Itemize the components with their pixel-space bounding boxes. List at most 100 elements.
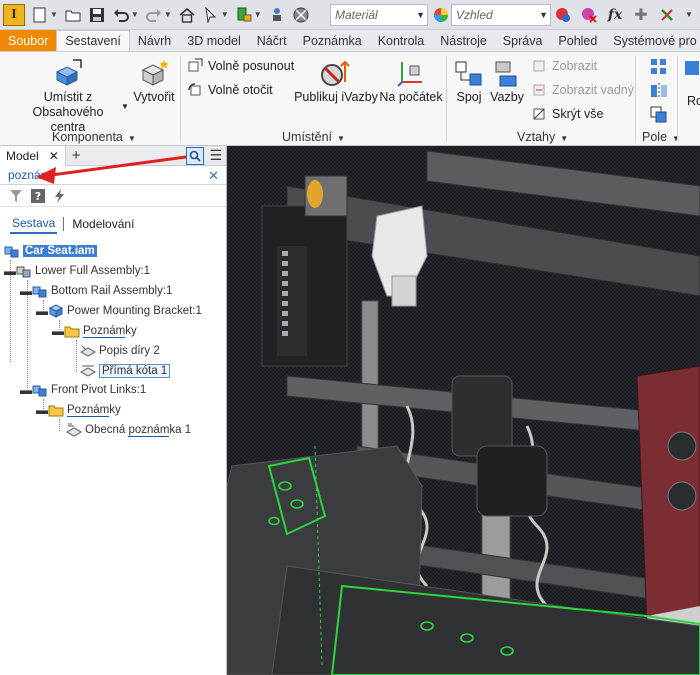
search-icon[interactable] (186, 147, 204, 165)
adjust-appearance-icon[interactable] (554, 6, 572, 24)
tab-file[interactable]: Soubor (0, 30, 57, 51)
tab-assemble[interactable]: Sestavení (56, 30, 130, 51)
pattern-icon[interactable] (650, 58, 668, 79)
redo-dropdown-icon[interactable]: ▼ (164, 10, 172, 19)
new-dropdown-icon[interactable]: ▼ (50, 10, 58, 19)
panel-komponenta-label[interactable]: Komponenta ▼ (52, 130, 136, 144)
publish-imates-icon (321, 60, 350, 86)
tree-node-front-pivot-links[interactable]: ▬ Front Pivot Links:1 (20, 381, 146, 399)
graphics-viewport[interactable] (227, 146, 700, 675)
create-component-button[interactable]: Vytvořit (130, 58, 178, 105)
panel-komponenta-text: Komponenta (52, 130, 123, 144)
select-icon[interactable] (202, 6, 220, 24)
show-label: Zobrazit (552, 59, 598, 73)
select-dropdown-icon[interactable]: ▼ (221, 10, 229, 19)
add-browser-tab-icon[interactable]: + (72, 147, 81, 164)
material-combo[interactable]: Materiál ▼ (330, 4, 428, 26)
home-icon[interactable] (178, 6, 196, 24)
collapse-icon[interactable]: ▬ (36, 304, 48, 318)
new-file-icon[interactable] (31, 6, 49, 24)
hide-all-label: Skrýt vše (552, 107, 604, 121)
tree-node-linear-dimension[interactable]: Přímá kóta 1 (80, 362, 171, 380)
measure-icon[interactable] (268, 6, 286, 24)
free-rotate-button[interactable]: Volně otočit (186, 81, 273, 99)
update-dropdown-icon[interactable]: ▼ (254, 10, 262, 19)
tab-environments[interactable]: Systémové pro (605, 30, 700, 51)
panel-vztahy-label[interactable]: Vztahy ▼ (517, 130, 568, 144)
tree-node-annotations-folder-1[interactable]: ▬ Poznámky (52, 322, 137, 340)
redo-icon[interactable] (145, 6, 163, 24)
close-icon[interactable]: ✕ (49, 149, 59, 163)
customize-toolbar-icon[interactable]: ▼ (685, 10, 693, 19)
mode-tab-modeling[interactable]: Modelování (70, 215, 136, 233)
appearance-override-icon[interactable] (292, 6, 310, 24)
tree-node-power-mounting-bracket[interactable]: ▬ Power Mounting Bracket:1 (36, 302, 202, 320)
tree-node-annotations-folder-2[interactable]: ▬ Poznámky (36, 401, 121, 419)
publish-imates-button[interactable]: Publikuj iVazby (294, 58, 378, 105)
tab-annotate[interactable]: Poznámka (295, 30, 370, 51)
undo-icon[interactable] (112, 6, 130, 24)
place-from-content-center-button[interactable]: Umístit z Obsahového centra (14, 58, 122, 135)
tree-node-label: Lower Full Assembly:1 (35, 265, 151, 277)
show-relationships-button[interactable]: Zobrazit (530, 57, 597, 75)
collapse-icon[interactable]: ▬ (20, 383, 32, 397)
show-sick-button[interactable]: Zobrazit vadný (530, 81, 634, 99)
copy-icon[interactable] (650, 106, 668, 127)
collapse-icon[interactable]: ▬ (20, 284, 32, 298)
hide-all-button[interactable]: Skrýt vše (530, 105, 603, 123)
tree-node-label-post: ky (109, 404, 121, 416)
constraint-button[interactable]: Vazby (488, 58, 526, 105)
free-move-button[interactable]: Volně posunout (186, 57, 294, 75)
tree-node-root[interactable]: Car Seat.iam (4, 242, 97, 260)
model-browser: Model ✕ + ☰ poznám ✕ ? Sestava Modelován… (0, 145, 227, 675)
update-icon[interactable] (235, 6, 253, 24)
tab-manage[interactable]: Správa (495, 30, 551, 51)
tree-node-general-note[interactable]: Obecná poznámka 1 (66, 421, 191, 439)
browser-tab-model[interactable]: Model ✕ (0, 145, 66, 166)
tab-inspect[interactable]: Kontrola (370, 30, 433, 51)
clear-appearance-icon[interactable] (580, 6, 598, 24)
folder-icon (64, 323, 80, 339)
collapse-icon[interactable]: ▬ (52, 324, 64, 338)
undo-dropdown-icon[interactable]: ▼ (131, 10, 139, 19)
free-move-label: Volně posunout (208, 59, 295, 73)
productivity-icon[interactable] (684, 60, 700, 79)
tab-sketch[interactable]: Náčrt (249, 30, 295, 51)
appearance-combo[interactable]: Vzhled ▼ (451, 4, 551, 26)
help-icon[interactable]: ? (28, 187, 48, 205)
tree-node-lower-full-assembly[interactable]: ▬ Lower Full Assembly:1 (4, 262, 150, 280)
panel-vztahy-text: Vztahy (517, 130, 556, 144)
filter-icon[interactable] (6, 187, 26, 205)
browser-filter-bar: ? (0, 185, 226, 207)
mirror-icon[interactable] (650, 82, 668, 103)
collapse-icon[interactable]: ▬ (36, 403, 48, 417)
panel-separator (180, 56, 181, 142)
joint-button[interactable]: Spoj (451, 58, 487, 105)
lightning-icon[interactable] (50, 187, 70, 205)
hide-all-icon (530, 105, 548, 123)
tree-node-bottom-rail-assembly[interactable]: ▬ Bottom Rail Assembly:1 (20, 282, 172, 300)
clear-search-icon[interactable]: ✕ (208, 168, 219, 184)
panel-pole-label[interactable]: Pole ▼ (642, 130, 680, 144)
tab-tools[interactable]: Nástroje (432, 30, 495, 51)
mode-tab-assembly[interactable]: Sestava (10, 214, 58, 234)
tools-icon[interactable] (658, 6, 676, 24)
hamburger-menu-icon[interactable]: ☰ (209, 147, 222, 164)
tree-connector (59, 419, 60, 431)
panel-umisteni-label[interactable]: Umístění ▼ (282, 130, 345, 144)
save-icon[interactable] (88, 6, 106, 24)
general-note-icon (66, 422, 82, 438)
collapse-icon[interactable]: ▬ (4, 264, 16, 278)
ground-at-origin-button[interactable]: Na počátek (378, 58, 444, 105)
tree-node-hole-note[interactable]: Popis díry 2 (80, 342, 160, 360)
tab-3d-model[interactable]: 3D model (179, 30, 249, 51)
open-folder-icon[interactable] (64, 6, 82, 24)
tab-design[interactable]: Návrh (130, 30, 179, 51)
chevron-down-icon[interactable]: ▼ (121, 102, 129, 111)
parameters-icon[interactable]: fx (606, 6, 624, 24)
browser-search-input[interactable]: poznám ✕ (0, 166, 226, 185)
panel-extra-label[interactable]: Ro (687, 94, 700, 108)
inventor-logo[interactable]: I (3, 3, 25, 26)
plus-icon[interactable]: ✚ (632, 6, 650, 24)
tab-view[interactable]: Pohled (550, 30, 605, 51)
